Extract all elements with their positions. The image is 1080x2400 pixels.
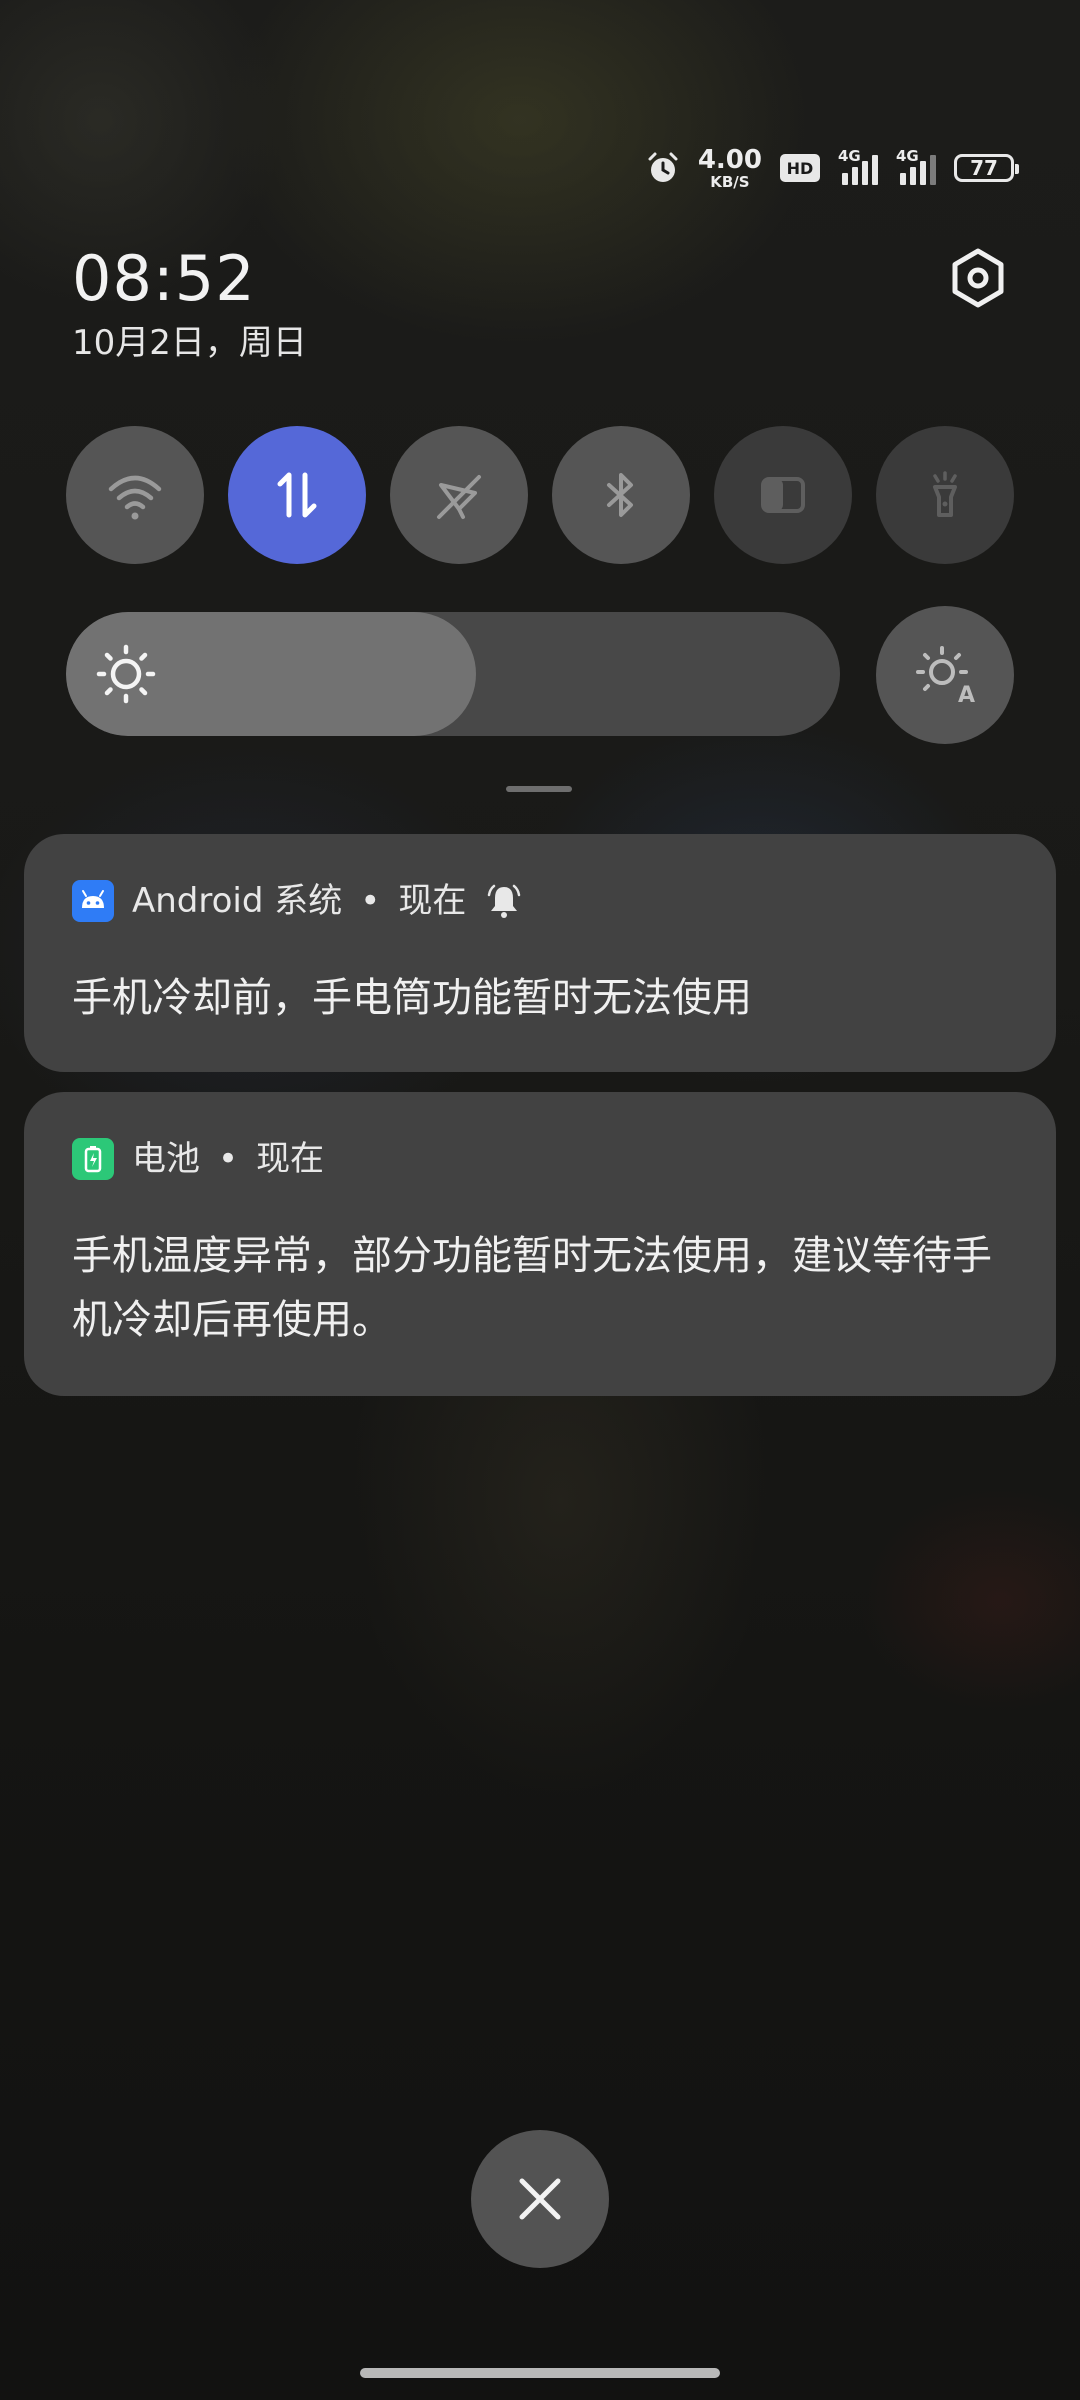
toggle-bluetooth[interactable]: [552, 426, 690, 564]
hd-icon: HD: [780, 154, 820, 182]
flashlight-icon: [933, 471, 957, 517]
status-bar: 4.00 KB/S HD 4G 4G 77: [646, 140, 1019, 196]
bluetooth-icon: [607, 473, 633, 517]
battery-level: 77: [970, 156, 998, 180]
notification-shade: 4.00 KB/S HD 4G 4G 77 08:52 10月2日，周日 A A…: [0, 0, 1080, 2400]
notification-app-name: 电池: [132, 1139, 200, 1179]
auto-brightness-icon: A: [916, 646, 975, 706]
battery-icon: 77: [954, 154, 1019, 182]
battery-app-icon: [72, 1138, 114, 1180]
toggle-screen-mode[interactable]: [714, 426, 852, 564]
notification-card[interactable]: Android 系统 • 现在 手机冷却前，手电筒功能暂时无法使用: [24, 834, 1056, 1072]
notification-time: 现在: [398, 881, 467, 921]
half-screen-icon: [761, 477, 805, 513]
sim1-network-label: 4G: [838, 147, 861, 165]
settings-icon[interactable]: [946, 246, 1010, 310]
auto-brightness-button[interactable]: A: [876, 606, 1014, 744]
notification-separator: •: [218, 1139, 239, 1179]
clock-date[interactable]: 10月2日，周日: [72, 326, 307, 360]
notification-app-name: Android 系统: [132, 881, 343, 921]
net-speed-value: 4.00: [697, 144, 762, 175]
sim1-signal-icon: 4G: [838, 147, 878, 185]
svg-text:A: A: [958, 683, 975, 706]
gesture-nav-bar[interactable]: [360, 2368, 720, 2378]
notification-header: Android 系统 • 现在: [72, 880, 524, 922]
toggle-mobile-data[interactable]: [228, 426, 366, 564]
close-icon: [519, 2178, 561, 2220]
notification-header: 电池 • 现在: [72, 1138, 324, 1180]
sim2-network-label: 4G: [896, 147, 919, 165]
bell-icon: [488, 884, 521, 918]
alarm-icon: [648, 152, 678, 182]
notification-card[interactable]: 电池 • 现在 手机温度异常，部分功能暂时无法使用，建议等待手机冷却后再使用。: [24, 1092, 1056, 1396]
data-arrows-icon: [277, 472, 317, 518]
notification-separator: •: [360, 881, 381, 921]
net-speed: 4.00 KB/S: [698, 147, 762, 190]
quick-toggles: [66, 426, 1014, 564]
brightness-slider[interactable]: [66, 612, 840, 736]
toggle-wifi[interactable]: [66, 426, 204, 564]
shade-drag-handle[interactable]: [506, 786, 572, 792]
android-icon: [72, 880, 114, 922]
sim2-signal-icon: 4G: [896, 147, 936, 185]
brightness-sun-icon: [96, 644, 156, 704]
wifi-icon: [108, 475, 162, 520]
airplane-off-icon: [437, 475, 481, 519]
net-speed-unit: KB/S: [710, 172, 750, 191]
toggle-airplane-mode[interactable]: [390, 426, 528, 564]
clear-all-button[interactable]: [471, 2130, 609, 2268]
notification-time: 现在: [256, 1139, 325, 1179]
toggle-flashlight[interactable]: [876, 426, 1014, 564]
clock-time[interactable]: 08:52: [72, 248, 256, 310]
notification-body: 手机冷却前，手电筒功能暂时无法使用: [72, 975, 752, 1021]
notification-body: 手机温度异常，部分功能暂时无法使用，建议等待手机冷却后再使用。: [72, 1233, 992, 1343]
